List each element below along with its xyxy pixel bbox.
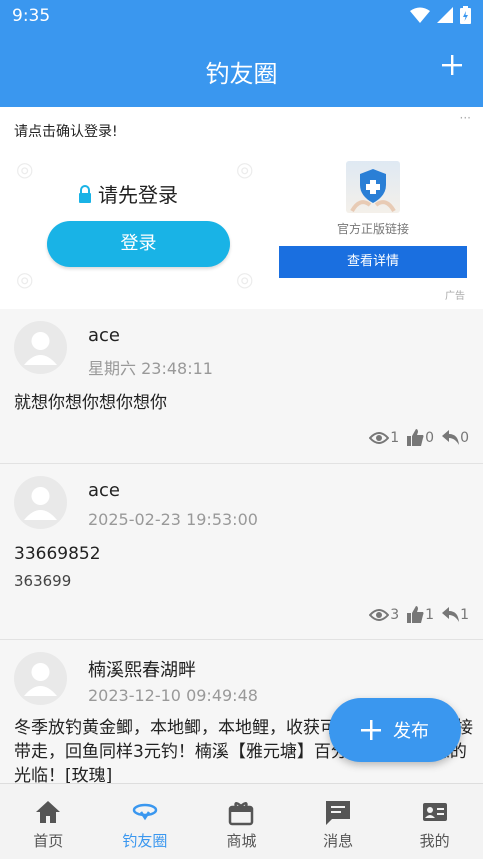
eye-icon <box>369 608 390 621</box>
profile-card-icon <box>422 803 447 821</box>
page-title: 钓友圈 <box>205 60 278 88</box>
nav-label: 商城 <box>226 832 257 850</box>
app-header: 钓友圈 <box>0 32 483 107</box>
nav-label: 我的 <box>419 832 450 850</box>
watermark-icon: ◎ <box>16 267 34 291</box>
post-stats: 1 0 0 <box>369 429 469 446</box>
nav-item-messages[interactable]: 消息 <box>290 784 387 859</box>
user-placeholder-icon <box>24 487 57 520</box>
fishing-circle-icon <box>132 803 158 821</box>
battery-icon <box>460 6 471 24</box>
view-count-value: 1 <box>390 429 400 446</box>
post-time: 星期六 23:48:11 <box>88 359 213 378</box>
watermark-icon: ◎ <box>236 267 254 291</box>
plus-icon <box>361 720 381 740</box>
publish-button[interactable]: 发布 <box>329 698 461 762</box>
wifi-icon <box>410 7 430 23</box>
view-count-value: 3 <box>390 606 400 623</box>
nav-label: 钓友圈 <box>122 832 168 850</box>
post-author[interactable]: ace <box>88 480 120 501</box>
reply-button[interactable]: 0 <box>442 430 469 446</box>
reply-icon <box>442 430 460 445</box>
ad-banner[interactable]: ◎ ◎ ◎ ◎ 请点击确认登录! ··· 请先登录 登录 官方正版链接 查看详情… <box>0 107 483 309</box>
official-link-text: 官方正版链接 <box>336 222 409 236</box>
post-card[interactable]: ace 2025-02-23 19:53:00 33669852 363699 … <box>0 464 483 640</box>
view-details-button[interactable]: 查看详情 <box>279 246 467 278</box>
post-content: 就想你想你想你想你 <box>14 393 167 413</box>
nav-item-home[interactable]: 首页 <box>0 784 97 859</box>
lock-icon <box>79 184 91 203</box>
nav-item-profile[interactable]: 我的 <box>386 784 483 859</box>
post-time: 2023-12-10 09:49:48 <box>88 686 258 705</box>
ad-prompt: 请点击确认登录! <box>14 124 118 140</box>
nav-item-fishing-circle[interactable]: 钓友圈 <box>97 784 194 859</box>
user-placeholder-icon <box>24 332 57 365</box>
like-button[interactable]: 1 <box>407 606 434 623</box>
avatar[interactable] <box>14 652 67 705</box>
watermark-icon: ◎ <box>236 157 254 181</box>
reply-button[interactable]: 1 <box>442 607 469 623</box>
user-placeholder-icon <box>24 663 57 696</box>
post-content: 33669852 <box>14 544 101 564</box>
add-post-button[interactable] <box>441 54 463 76</box>
login-title-text: 请先登录 <box>98 183 178 207</box>
ad-login-title: 请先登录 <box>78 179 178 208</box>
nav-item-shop[interactable]: 商城 <box>193 784 290 859</box>
thumbs-up-icon <box>407 606 424 623</box>
nav-label: 首页 <box>33 832 64 850</box>
shield-icon <box>350 169 396 213</box>
reply-icon <box>442 607 460 622</box>
post-time: 2025-02-23 19:53:00 <box>88 510 258 529</box>
bottom-nav: 首页 钓友圈 商城 消息 我的 <box>0 783 483 859</box>
shop-icon <box>229 802 254 826</box>
view-count[interactable]: 1 <box>369 430 399 446</box>
ad-label: 广告 <box>445 291 465 302</box>
watermark-icon: ◎ <box>16 157 34 181</box>
signal-icon <box>437 7 453 23</box>
publish-label: 发布 <box>393 721 429 742</box>
shield-image <box>346 161 400 213</box>
reply-count-value: 1 <box>460 606 469 623</box>
reply-count-value: 0 <box>460 429 469 446</box>
status-time: 9:35 <box>12 6 51 26</box>
post-stats: 3 1 1 <box>369 606 469 623</box>
message-icon <box>326 801 351 825</box>
post-author[interactable]: ace <box>88 325 120 346</box>
post-content-extra: 363699 <box>14 572 72 590</box>
avatar[interactable] <box>14 321 67 374</box>
status-bar: 9:35 <box>0 0 483 32</box>
eye-icon <box>369 431 390 444</box>
ad-more-icon[interactable]: ··· <box>460 111 471 125</box>
login-button[interactable]: 登录 <box>47 221 230 267</box>
view-count[interactable]: 3 <box>369 607 399 623</box>
like-count-value: 0 <box>425 429 435 446</box>
nav-label: 消息 <box>323 832 354 850</box>
like-count-value: 1 <box>425 606 435 623</box>
post-card[interactable]: ace 星期六 23:48:11 就想你想你想你想你 1 0 0 <box>0 309 483 464</box>
status-icons <box>410 6 471 24</box>
avatar[interactable] <box>14 476 67 529</box>
like-button[interactable]: 0 <box>407 429 434 446</box>
post-author[interactable]: 楠溪熙春湖畔 <box>88 656 196 682</box>
thumbs-up-icon <box>407 429 424 446</box>
home-icon <box>36 801 61 823</box>
